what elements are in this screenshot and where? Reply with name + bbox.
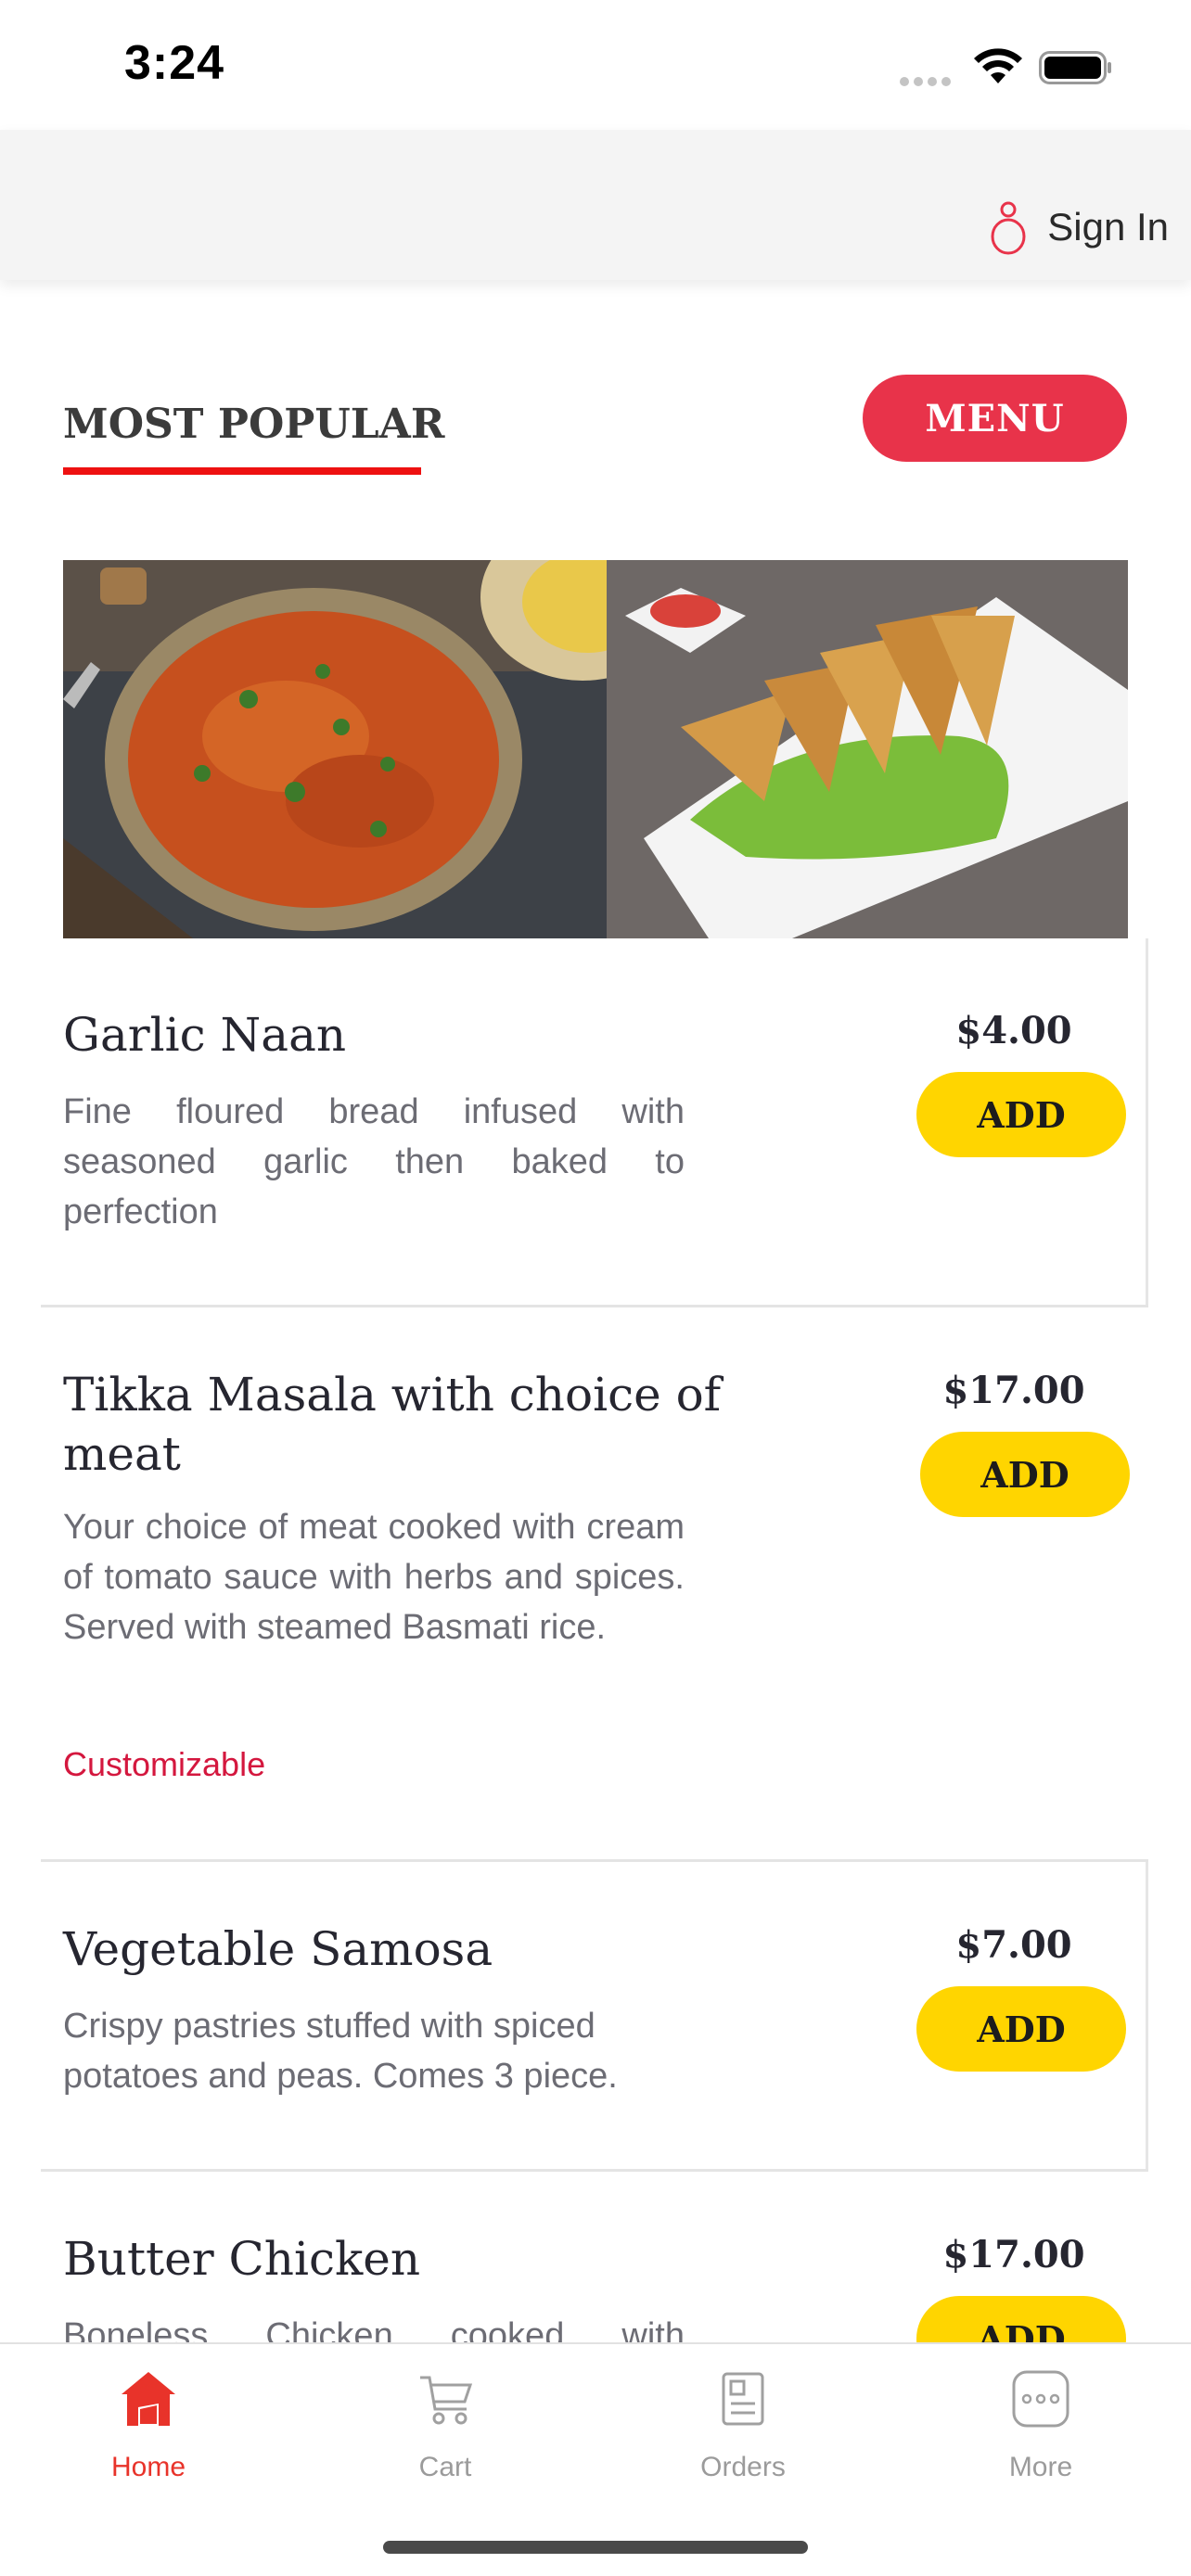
home-indicator	[383, 2541, 808, 2554]
menu-item[interactable]: Garlic Naan Fine floured bread infused w…	[41, 938, 1148, 1307]
battery-icon	[1039, 51, 1111, 84]
menu-button[interactable]: MENU	[863, 375, 1127, 462]
tab-home[interactable]: Home	[56, 2366, 241, 2506]
section-underline	[63, 467, 421, 475]
item-divider	[1146, 938, 1148, 1305]
tab-cart[interactable]: Cart	[352, 2366, 538, 2506]
menu-item[interactable]: Tikka Masala with choice of meat Your ch…	[41, 1307, 1148, 1862]
tab-label: Cart	[418, 2452, 472, 2482]
tab-more[interactable]: More	[948, 2366, 1133, 2506]
sign-in-button[interactable]: Sign In	[988, 195, 1169, 260]
banner-image	[63, 560, 1128, 938]
add-button[interactable]: ADD	[916, 1986, 1126, 2072]
tab-label: Home	[110, 2452, 186, 2482]
item-name: Garlic Naan	[63, 1008, 347, 1062]
curry-bowl-photo	[63, 560, 607, 938]
section-title[interactable]: MOST POPULAR	[63, 401, 444, 448]
cellular-signal-icon	[900, 74, 955, 86]
wifi-icon	[974, 48, 1022, 83]
status-time: 3:24	[124, 36, 225, 90]
add-button[interactable]: ADD	[916, 2296, 1126, 2342]
menu-item[interactable]: Vegetable Samosa Crispy pastries stuffed…	[41, 1862, 1148, 2172]
item-name: Butter Chicken	[63, 2232, 421, 2286]
customizable-tag: Customizable	[63, 1745, 266, 1783]
item-price: $17.00	[942, 2233, 1085, 2276]
user-icon	[991, 201, 1026, 255]
add-button[interactable]: ADD	[920, 1432, 1130, 1517]
tab-label: More	[1008, 2452, 1073, 2482]
item-description: Fine floured bread infused with seasoned…	[63, 1092, 685, 1231]
item-price: $7.00	[955, 1923, 1072, 1967]
sign-in-label: Sign In	[1047, 205, 1169, 249]
cart-icon	[420, 2376, 473, 2425]
samosa-plate-photo	[607, 560, 1128, 938]
item-description: Crispy pastries stuffed with spiced pota…	[63, 2007, 618, 2096]
status-bar: 3:24	[0, 0, 1191, 130]
add-button[interactable]: ADD	[916, 1072, 1126, 1157]
item-name: Vegetable Samosa	[63, 1922, 493, 1976]
menu-item[interactable]: Butter Chicken Boneless Chicken cooked w…	[41, 2172, 1148, 2342]
item-description: Your choice of meat cooked with cream of…	[63, 1508, 685, 1647]
item-price: $4.00	[955, 1009, 1072, 1052]
item-price: $17.00	[942, 1369, 1085, 1412]
tab-label: Orders	[700, 2452, 786, 2482]
home-icon	[122, 2372, 175, 2426]
tab-orders[interactable]: Orders	[650, 2366, 836, 2506]
item-name: Tikka Masala with choice of meat	[63, 1368, 722, 1481]
more-icon	[1012, 2370, 1069, 2428]
app-header: Sign In	[0, 130, 1191, 280]
item-description: Boneless Chicken cooked with	[63, 2316, 685, 2342]
item-divider	[1146, 1862, 1148, 2169]
orders-icon	[722, 2372, 764, 2426]
